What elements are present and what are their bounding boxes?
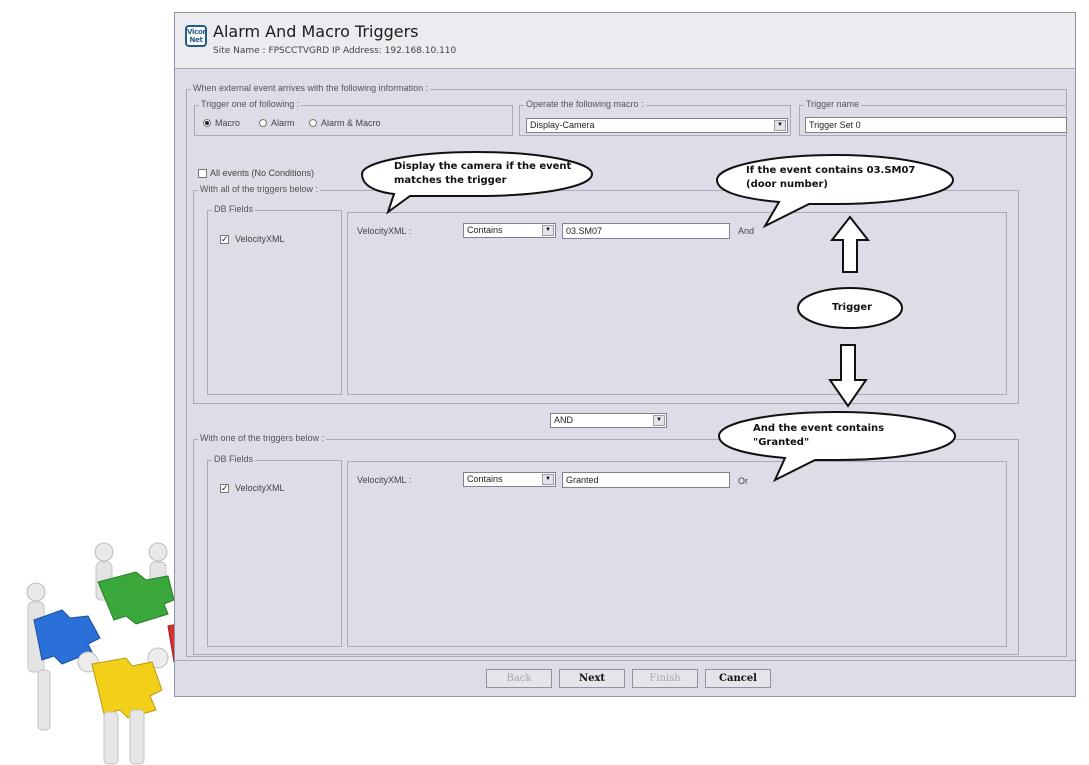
one-trigger-legend: With one of the triggers below : [198, 433, 327, 443]
outline-arrow-icon [829, 215, 871, 273]
macro-legend: Operate the following macro : [524, 99, 646, 109]
dialog-title: Alarm And Macro Triggers [213, 22, 419, 41]
chevron-down-icon[interactable]: ▼ [653, 415, 665, 426]
one-velocityxml-label: VelocityXML [235, 483, 285, 493]
combinator-value: AND [554, 415, 574, 425]
one-condition-field-label: VelocityXML : [357, 475, 412, 485]
puzzle-people-illustration [26, 542, 188, 765]
event-granted-callout-text: And the event contains "Granted" [753, 423, 885, 448]
checkmark-icon: ✓ [221, 483, 229, 493]
outline-arrow-icon [828, 344, 868, 408]
one-operator-dropdown[interactable]: Contains ▼ [463, 472, 556, 487]
trigger-name-legend: Trigger name [804, 99, 862, 109]
finish-button[interactable]: Finish [632, 669, 698, 688]
combinator-dropdown[interactable]: AND ▼ [550, 413, 667, 428]
all-events-label: All events (No Conditions) [210, 168, 315, 178]
all-triggers-legend: With all of the triggers below : [198, 184, 321, 194]
all-condition-value-input[interactable]: 03.SM07 [562, 223, 730, 239]
dialog-header: Vicon Net Alarm And Macro Triggers Site … [175, 13, 1075, 69]
event-info-legend: When external event arrives with the fol… [191, 83, 431, 93]
one-velocityxml-checkbox[interactable]: ✓ [220, 484, 229, 493]
all-velocityxml-checkbox[interactable]: ✓ [220, 235, 229, 244]
vicon-net-logo: Vicon Net [185, 25, 207, 47]
macro-dropdown-value: Display-Camera [530, 120, 595, 130]
trigger-type-legend: Trigger one of following : [199, 99, 302, 109]
all-velocityxml-label: VelocityXML [235, 234, 285, 244]
alarm-and-macro-radio-label: Alarm & Macro [321, 118, 381, 128]
event-granted-callout: And the event contains "Granted" [715, 408, 960, 484]
all-events-checkbox[interactable] [198, 169, 207, 178]
one-condition-value: Granted [566, 475, 599, 485]
macro-dropdown[interactable]: Display-Camera ▼ [526, 118, 788, 133]
macro-radio[interactable] [203, 119, 211, 127]
chevron-down-icon[interactable]: ▼ [542, 474, 554, 485]
next-button[interactable]: Next [559, 669, 625, 688]
alarm-and-macro-radio[interactable] [309, 119, 317, 127]
alarm-radio[interactable] [259, 119, 267, 127]
all-condition-value: 03.SM07 [566, 226, 603, 236]
one-db-fields-legend: DB Fields [212, 454, 256, 464]
display-camera-callout: Display the camera if the event matches … [360, 150, 595, 216]
chevron-down-icon[interactable]: ▼ [774, 120, 786, 131]
cancel-button[interactable]: Cancel [705, 669, 771, 688]
trigger-callout: Trigger [795, 285, 905, 331]
one-condition-value-input[interactable]: Granted [562, 472, 730, 488]
trigger-name-value: Trigger Set 0 [809, 120, 861, 130]
all-db-fields-legend: DB Fields [212, 204, 256, 214]
checkmark-icon: ✓ [221, 234, 229, 244]
one-conditions-panel [347, 461, 1007, 647]
logo-text: Vicon Net [187, 28, 208, 44]
chevron-down-icon[interactable]: ▼ [542, 225, 554, 236]
all-operator-value: Contains [467, 225, 503, 235]
all-conditions-panel [347, 212, 1007, 395]
macro-radio-label: Macro [215, 118, 241, 128]
trigger-callout-text: Trigger [832, 302, 873, 313]
alarm-macro-triggers-dialog: Vicon Net Alarm And Macro Triggers Site … [174, 12, 1076, 697]
all-operator-dropdown[interactable]: Contains ▼ [463, 223, 556, 238]
alarm-radio-label: Alarm [271, 118, 295, 128]
display-camera-callout-text: Display the camera if the event matches … [394, 161, 572, 186]
event-door-callout-text: If the event contains 03.SM07 (door numb… [746, 165, 916, 190]
trigger-name-input[interactable]: Trigger Set 0 [805, 117, 1067, 133]
all-condition-field-label: VelocityXML : [357, 226, 412, 236]
dialog-footer: Back Next Finish Cancel [175, 660, 1075, 697]
back-button[interactable]: Back [486, 669, 552, 688]
site-info: Site Name : FPSCCTVGRD IP Address: 192.1… [213, 46, 457, 56]
one-operator-value: Contains [467, 474, 503, 484]
